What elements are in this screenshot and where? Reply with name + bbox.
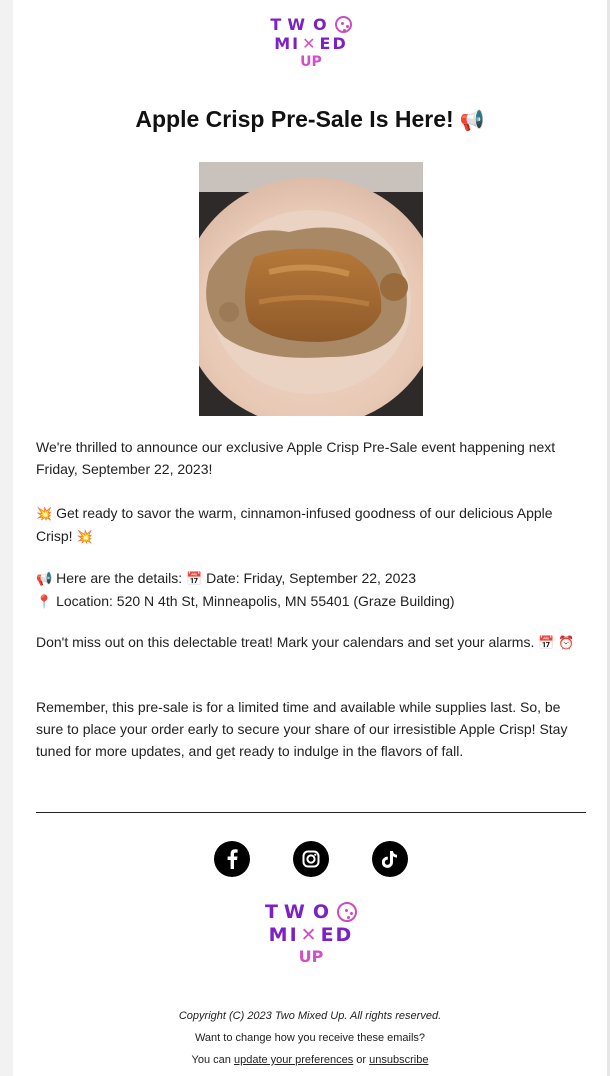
facebook-link[interactable]: [214, 841, 250, 877]
savor-paragraph: 💥 Get ready to savor the warm, cinnamon-…: [36, 502, 584, 548]
apple-crisp-illustration: [199, 162, 423, 416]
whisk-spoon-icon: ✕: [300, 924, 319, 946]
copyright-text: Copyright (C) 2023 Two Mixed Up. All rig…: [178, 1010, 442, 1022]
logo-o-letter: O: [312, 900, 336, 923]
collision-icon: 💥: [36, 506, 53, 521]
cookie-icon: [337, 902, 358, 922]
intro-paragraph: We're thrilled to announce our exclusive…: [36, 439, 556, 477]
location-text: Location: 520 N 4th St, Minneapolis, MN …: [56, 593, 455, 609]
unsubscribe-link[interactable]: unsubscribe: [369, 1054, 428, 1066]
megaphone-icon: 📢: [36, 571, 53, 586]
email-page: TW O MI ✕ ED UP Apple Crisp Pre-Sale Is Her…: [0, 0, 610, 1076]
email-headline: Apple Crisp Pre-Sale Is Here! 📢: [13, 106, 607, 133]
tiktok-icon: [382, 851, 397, 868]
pin-icon: 📍: [36, 594, 53, 609]
or-text: or: [356, 1054, 367, 1066]
cookie-icon: [334, 16, 352, 33]
divider: [36, 812, 586, 813]
logo-line2a: MI: [268, 924, 299, 946]
closing-paragraph: Remember, this pre-sale is for a limited…: [36, 699, 568, 759]
apple-crisp-photo: [199, 162, 423, 416]
details-lead: Here are the details:: [56, 570, 183, 586]
savor-text: Get ready to savor the warm, cinnamon-in…: [36, 505, 553, 544]
alarm-clock-icon: ⏰: [558, 635, 575, 650]
megaphone-icon: 📢: [459, 110, 485, 132]
you-can-text: You can: [191, 1054, 231, 1066]
header-logo[interactable]: TW O MI ✕ ED UP: [268, 16, 354, 69]
instagram-link[interactable]: [293, 841, 329, 877]
logo-line1: TW: [264, 900, 311, 923]
instagram-icon: [302, 850, 320, 868]
reminder-paragraph: Don't miss out on this delectable treat!…: [36, 631, 584, 654]
logo-line2b: ED: [319, 34, 348, 53]
collision-icon: 💥: [76, 529, 93, 544]
preferences-line: You can update your preferences or unsub…: [13, 1054, 607, 1066]
calendar-icon: 📅: [538, 635, 555, 650]
logo-line1: TW: [270, 14, 311, 34]
headline-text: Apple Crisp Pre-Sale Is Here!: [135, 106, 454, 132]
reminder-text: Don't miss out on this delectable treat!…: [36, 634, 535, 650]
change-prompt: Want to change how you receive these ema…: [194, 1032, 426, 1044]
calendar-icon: 📅: [186, 571, 203, 586]
details-paragraph: 📢 Here are the details: 📅 Date: Friday, …: [36, 567, 584, 613]
date-text: Date: Friday, September 22, 2023: [206, 570, 416, 586]
update-preferences-link[interactable]: update your preferences: [234, 1054, 353, 1066]
logo-line3: UP: [298, 947, 324, 966]
footer-logo[interactable]: TW O MI ✕ ED UP: [259, 902, 363, 965]
logo-line2a: MI: [274, 34, 301, 53]
logo-line2b: ED: [320, 924, 354, 946]
tiktok-link[interactable]: [372, 841, 408, 877]
facebook-icon: [227, 849, 238, 869]
logo-line3: UP: [300, 54, 322, 70]
logo-o-letter: O: [312, 14, 333, 34]
whisk-spoon-icon: ✕: [302, 34, 318, 53]
